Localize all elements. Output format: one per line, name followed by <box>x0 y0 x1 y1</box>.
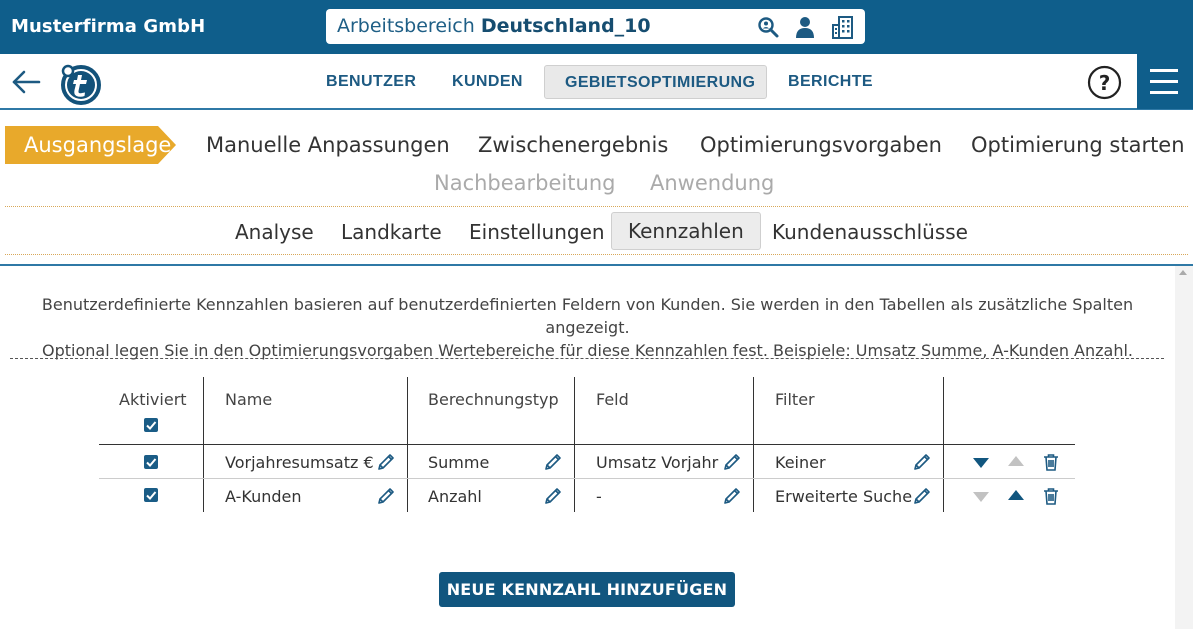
step-nachbearbeitung: Nachbearbeitung <box>434 171 616 195</box>
svg-text:?: ? <box>1099 71 1111 95</box>
trash-icon[interactable] <box>1042 453 1060 471</box>
cell-field: - <box>596 487 602 506</box>
move-down-icon[interactable] <box>972 454 990 472</box>
main-nav: BENUTZER KUNDEN GEBIETSOPTIMIERUNG BERIC… <box>0 54 1193 110</box>
edit-pencil-icon[interactable] <box>912 486 932 506</box>
hamburger-icon <box>1150 69 1178 94</box>
content-divider <box>0 264 1193 266</box>
back-arrow-icon[interactable] <box>10 66 42 98</box>
col-header-berechnungstyp: Berechnungstyp <box>428 390 559 409</box>
edit-pencil-icon[interactable] <box>543 452 563 472</box>
description-line-1: Benutzerdefinierte Kennzahlen basieren a… <box>41 295 1134 337</box>
edit-pencil-icon[interactable] <box>376 486 396 506</box>
cell-field: Umsatz Vorjahr <box>596 453 719 472</box>
building-icon[interactable] <box>831 15 855 39</box>
edit-pencil-icon[interactable] <box>912 452 932 472</box>
col-header-feld: Feld <box>596 390 629 409</box>
subtab-landkarte[interactable]: Landkarte <box>325 218 458 246</box>
row-active-checkbox[interactable] <box>144 488 158 502</box>
step-optimierung-starten[interactable]: Optimierung starten <box>971 133 1185 157</box>
workspace-prefix: Arbeitsbereich <box>337 15 475 37</box>
search-person-icon[interactable] <box>756 15 780 39</box>
cell-type: Summe <box>428 453 490 472</box>
app-logo-icon[interactable] <box>60 63 102 105</box>
description-text: Benutzerdefinierte Kennzahlen basieren a… <box>0 293 1175 362</box>
edit-pencil-icon[interactable] <box>376 452 396 472</box>
col-header-aktiviert: Aktiviert <box>119 390 187 409</box>
scrollbar[interactable] <box>1175 266 1193 629</box>
steps-divider <box>5 206 1188 207</box>
subtab-kennzahlen[interactable]: Kennzahlen <box>611 212 761 250</box>
cell-name: Vorjahresumsatz € <box>225 453 374 472</box>
col-header-filter: Filter <box>775 390 815 409</box>
top-bar: Musterfirma GmbH Arbeitsbereich Deutschl… <box>0 0 1193 54</box>
cell-name: A-Kunden <box>225 487 302 506</box>
nav-gebietsoptimierung[interactable]: GEBIETSOPTIMIERUNG <box>544 65 767 99</box>
edit-pencil-icon[interactable] <box>722 452 742 472</box>
col-header-name: Name <box>225 390 273 409</box>
step-zwischenergebnis[interactable]: Zwischenergebnis <box>478 133 668 157</box>
hamburger-menu-button[interactable] <box>1137 54 1193 109</box>
subtab-kundenausschluesse[interactable]: Kundenausschlüsse <box>756 218 984 246</box>
company-name: Musterfirma GmbH <box>11 16 206 37</box>
nav-berichte[interactable]: BERICHTE <box>776 65 885 99</box>
select-all-checkbox[interactable] <box>144 418 158 432</box>
move-up-icon <box>1008 456 1024 466</box>
dashed-divider <box>10 358 1164 359</box>
cell-type: Anzahl <box>428 487 482 506</box>
subtab-analyse[interactable]: Analyse <box>219 218 330 246</box>
nav-benutzer[interactable]: BENUTZER <box>314 65 428 99</box>
edit-pencil-icon[interactable] <box>722 486 742 506</box>
cell-filter: Keiner <box>775 453 826 472</box>
add-kennzahl-button[interactable]: NEUE KENNZAHL HINZUFÜGEN <box>439 572 735 607</box>
edit-pencil-icon[interactable] <box>543 486 563 506</box>
subtabs-divider <box>5 254 1188 255</box>
scroll-up-icon[interactable] <box>1179 270 1187 275</box>
step-anwendung: Anwendung <box>650 171 775 195</box>
move-down-icon <box>973 492 989 502</box>
subtab-einstellungen[interactable]: Einstellungen <box>453 218 621 246</box>
move-up-icon[interactable] <box>1007 486 1025 504</box>
step-optimierungsvorgaben[interactable]: Optimierungsvorgaben <box>700 133 942 157</box>
nav-kunden[interactable]: KUNDEN <box>440 65 535 99</box>
cell-filter: Erweiterte Suche <box>775 487 913 506</box>
user-icon[interactable] <box>793 15 817 39</box>
workspace-name: Deutschland_10 <box>480 15 651 37</box>
row-active-checkbox[interactable] <box>144 455 158 469</box>
help-icon[interactable]: ? <box>1087 65 1122 100</box>
step-manuelle-anpassungen[interactable]: Manuelle Anpassungen <box>206 133 450 157</box>
step-ausgangslage[interactable]: Ausgangslage <box>24 133 171 157</box>
trash-icon[interactable] <box>1042 487 1060 505</box>
workspace-selector[interactable]: Arbeitsbereich Deutschland_10 <box>326 9 865 44</box>
